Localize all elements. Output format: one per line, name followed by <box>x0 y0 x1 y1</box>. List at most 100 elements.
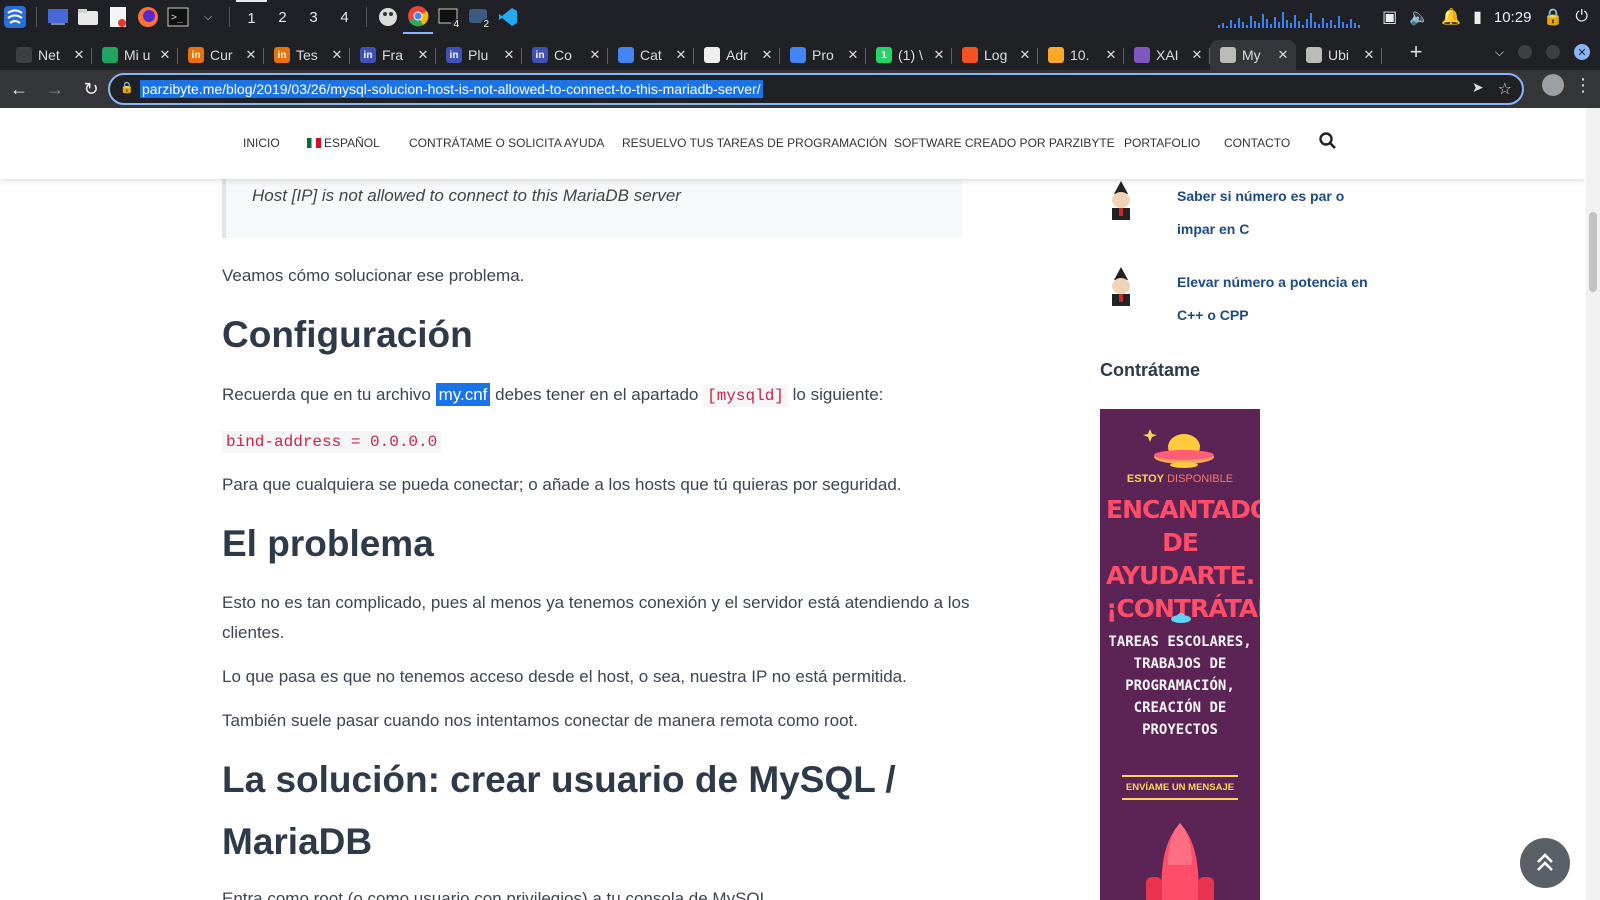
nav-software[interactable]: SOFTWARE CREADO POR PARZIBYTE <box>894 136 1115 150</box>
hire-me-banner[interactable]: ESTOY DISPONIBLE ENCANTADO DE AYUDARTE. … <box>1100 409 1260 900</box>
browser-tab[interactable]: Cat ✕ <box>608 40 694 70</box>
paint-app-icon[interactable] <box>373 0 403 34</box>
tab-close-icon[interactable]: ✕ <box>760 47 774 63</box>
volume-icon[interactable]: 🔈 <box>1409 7 1429 27</box>
forward-button[interactable]: → <box>38 72 72 106</box>
tab-search-icon[interactable]: ⌵ <box>1495 45 1504 60</box>
paragraph: Entra como root (o como usuario con priv… <box>222 889 774 900</box>
author-avatar <box>1112 267 1130 306</box>
tab-close-icon[interactable]: ✕ <box>1018 47 1032 63</box>
tab-close-icon[interactable]: ✕ <box>158 47 172 63</box>
notification-bell-icon[interactable]: 🔔 <box>1441 7 1461 27</box>
tab-favicon-icon <box>1220 47 1236 63</box>
tab-close-icon[interactable]: ✕ <box>1190 47 1204 63</box>
browser-tab[interactable]: 10. ✕ <box>1038 40 1124 70</box>
workspace-2[interactable]: 2 <box>267 0 298 34</box>
system-tray: ▣ 🔈 🔔 ▮ 10:29 🔒 ⏻ <box>1218 0 1600 34</box>
back-button[interactable]: ← <box>2 72 36 106</box>
lock-icon[interactable]: 🔒 <box>1543 7 1563 27</box>
tab-close-icon[interactable]: ✕ <box>1362 47 1376 63</box>
activity-bar <box>1278 22 1281 28</box>
battery-icon[interactable]: ▮ <box>1473 7 1482 27</box>
address-bar[interactable]: 🔒 parzibyte.me/blog/2019/03/26/mysql-sol… <box>108 73 1524 105</box>
app-group-icon[interactable]: 2 <box>463 0 493 34</box>
tab-close-icon[interactable]: ✕ <box>1276 47 1290 63</box>
bookmark-star-icon[interactable]: ☆ <box>1498 79 1512 99</box>
tab-close-icon[interactable]: ✕ <box>502 47 516 63</box>
screen-icon[interactable]: ▣ <box>1382 7 1397 27</box>
close-window-button[interactable]: ✕ <box>1574 44 1590 60</box>
related-post-link[interactable]: Saber si número es par o impar en C <box>1177 180 1377 246</box>
heading-el-problema: El problema <box>222 523 434 564</box>
workspace-3[interactable]: 3 <box>298 0 329 34</box>
menu-kebab-icon[interactable]: ⋮ <box>1574 75 1592 96</box>
browser-tab[interactable]: Adr ✕ <box>694 40 780 70</box>
maximize-button[interactable] <box>1546 45 1560 59</box>
power-icon[interactable]: ⏻ <box>1575 8 1588 26</box>
banner-headline: ENCANTADO DE AYUDARTE. ¡CONTRÁTAME! <box>1106 495 1260 623</box>
tab-close-icon[interactable]: ✕ <box>674 47 688 63</box>
window-count-badge: 4 <box>451 19 461 30</box>
firefox-icon[interactable] <box>133 0 163 34</box>
tab-close-icon[interactable]: ✕ <box>588 47 602 63</box>
tab-title: 10. <box>1070 47 1090 63</box>
tab-close-icon[interactable]: ✕ <box>932 47 946 63</box>
browser-tab[interactable]: Pro ✕ <box>780 40 866 70</box>
browser-tab[interactable]: Ubi ✕ <box>1296 40 1382 70</box>
browser-tab[interactable]: in Tes ✕ <box>264 40 350 70</box>
selected-text[interactable]: my.cnf <box>435 383 491 406</box>
back-to-top-button[interactable] <box>1520 838 1570 888</box>
file-manager-icon[interactable] <box>73 0 103 34</box>
tab-close-icon[interactable]: ✕ <box>1104 47 1118 63</box>
reload-button[interactable]: ↻ <box>74 72 108 106</box>
browser-tab[interactable]: Log ✕ <box>952 40 1038 70</box>
vscode-icon[interactable] <box>493 0 523 34</box>
nav-espanol[interactable]: ESPAÑOL <box>307 136 380 150</box>
chrome-icon[interactable] <box>403 0 433 34</box>
send-to-devices-icon[interactable]: ➤ <box>1472 79 1484 99</box>
tab-close-icon[interactable]: ✕ <box>72 47 86 63</box>
browser-tab[interactable]: in Plu ✕ <box>436 40 522 70</box>
browser-tab[interactable]: Mi u ✕ <box>92 40 178 70</box>
tab-close-icon[interactable]: ✕ <box>416 47 430 63</box>
activity-bar <box>1274 17 1277 28</box>
minimize-button[interactable] <box>1518 45 1532 59</box>
search-icon[interactable] <box>1319 132 1336 152</box>
url-text[interactable]: parzibyte.me/blog/2019/03/26/mysql-soluc… <box>140 80 763 98</box>
banner-cta[interactable]: ENVÍAME UN MENSAJE <box>1122 775 1238 800</box>
tab-strip-controls: ⌵ ✕ <box>1495 34 1590 70</box>
clock[interactable]: 10:29 <box>1494 9 1532 26</box>
chevron-down-icon[interactable]: ⌵ <box>193 0 223 34</box>
browser-tab[interactable]: 1 (1) \ ✕ <box>866 40 952 70</box>
browser-tab[interactable]: Net ✕ <box>6 40 92 70</box>
browser-tab[interactable]: XAI ✕ <box>1124 40 1210 70</box>
app-launcher-icon[interactable] <box>0 0 30 34</box>
browser-tab[interactable]: in Cur ✕ <box>178 40 264 70</box>
sidebar-heading: Contrátame <box>1100 360 1201 380</box>
workspace-4[interactable]: 4 <box>329 0 360 34</box>
tab-close-icon[interactable]: ✕ <box>846 47 860 63</box>
browser-tab[interactable]: in Fra ✕ <box>350 40 436 70</box>
nav-contratame[interactable]: CONTRÁTAME O SOLICITA AYUDA <box>409 136 604 150</box>
profile-avatar[interactable] <box>1542 74 1564 96</box>
nav-tareas[interactable]: RESUELVO TUS TAREAS DE PROGRAMACIÓN <box>622 136 887 150</box>
nav-portafolio[interactable]: PORTAFOLIO <box>1124 136 1200 150</box>
nav-contacto[interactable]: CONTACTO <box>1224 136 1290 150</box>
text-editor-icon[interactable] <box>103 0 133 34</box>
desktop-icon[interactable] <box>43 0 73 34</box>
scrollbar-thumb[interactable] <box>1589 212 1597 292</box>
terminal-icon[interactable]: >_ <box>163 0 193 34</box>
tab-favicon-icon <box>962 47 978 63</box>
page-scrollbar[interactable] <box>1586 108 1600 900</box>
nav-inicio[interactable]: INICIO <box>243 136 280 150</box>
related-post-link[interactable]: Elevar número a potencia en C++ o CPP <box>1177 266 1377 332</box>
browser-tab[interactable]: in Co ✕ <box>522 40 608 70</box>
browser-tab[interactable]: My ✕ <box>1210 40 1296 70</box>
tab-close-icon[interactable]: ✕ <box>244 47 258 63</box>
new-tab-button[interactable]: + <box>1396 39 1436 65</box>
tab-close-icon[interactable]: ✕ <box>330 47 344 63</box>
lock-icon[interactable]: 🔒 <box>120 81 134 94</box>
terminal-group-icon[interactable]: 4 <box>433 0 463 34</box>
banner-services: TAREAS ESCOLARES, TRABAJOS DE PROGRAMACI… <box>1108 634 1252 738</box>
workspace-1[interactable]: 1 <box>236 0 267 34</box>
